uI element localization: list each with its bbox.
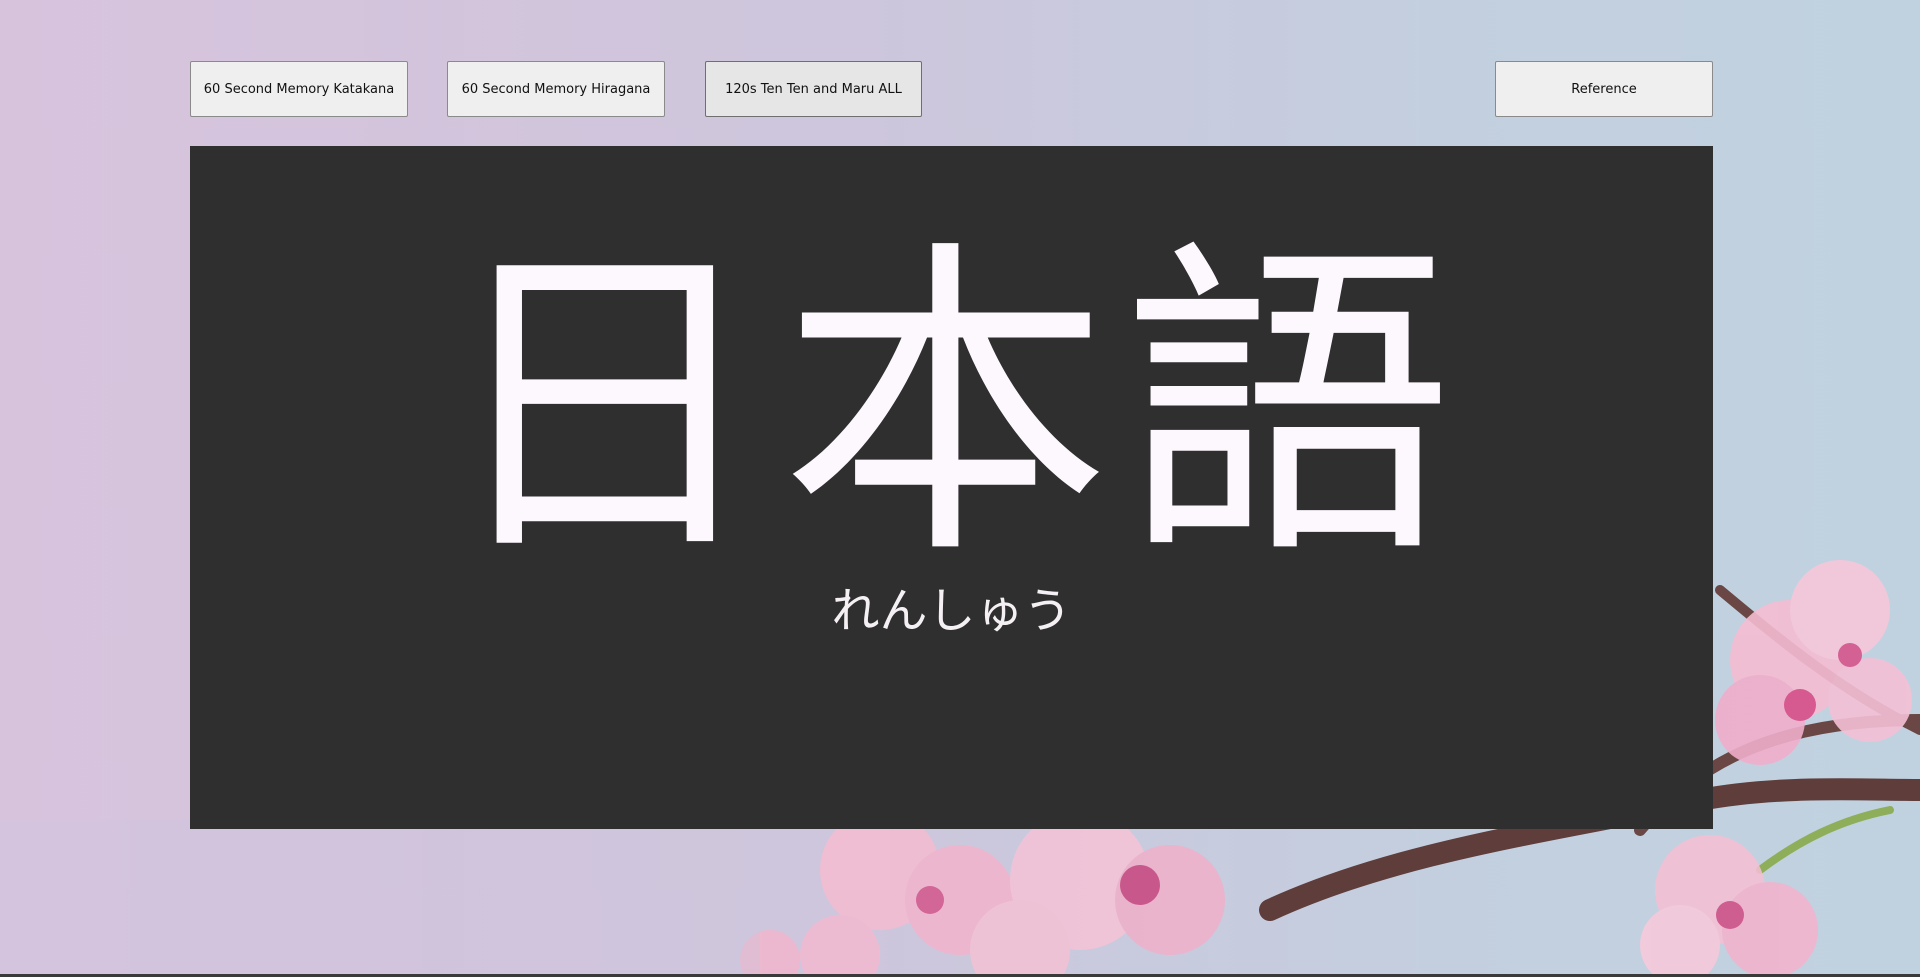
hiragana-mode-button[interactable]: 60 Second Memory Hiragana (447, 61, 665, 117)
reference-button[interactable]: Reference (1495, 61, 1713, 117)
katakana-mode-button[interactable]: 60 Second Memory Katakana (190, 61, 408, 117)
display-panel: 日本語 れんしゅう (190, 146, 1713, 829)
kana-subtitle: れんしゅう (831, 583, 1072, 639)
tenten-maru-mode-button[interactable]: 120s Ten Ten and Maru ALL (705, 61, 922, 117)
kanji-title: 日本語 (438, 214, 1465, 598)
